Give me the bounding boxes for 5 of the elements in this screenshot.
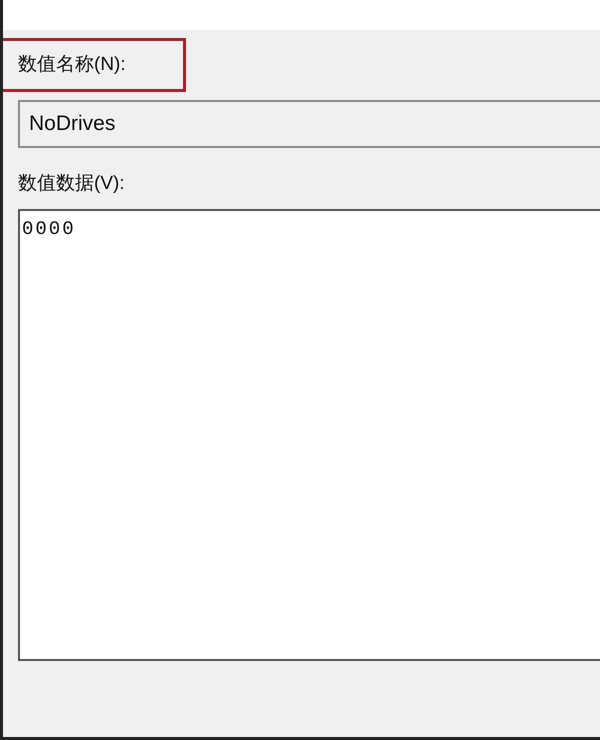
value-name-label: 数值名称(N): — [18, 52, 126, 77]
value-data-text: 0000 — [22, 218, 76, 240]
value-name-field[interactable]: NoDrives — [18, 100, 600, 148]
value-data-label: 数值数据(V): — [18, 172, 126, 196]
value-data-field[interactable]: 0000 — [18, 208, 600, 660]
